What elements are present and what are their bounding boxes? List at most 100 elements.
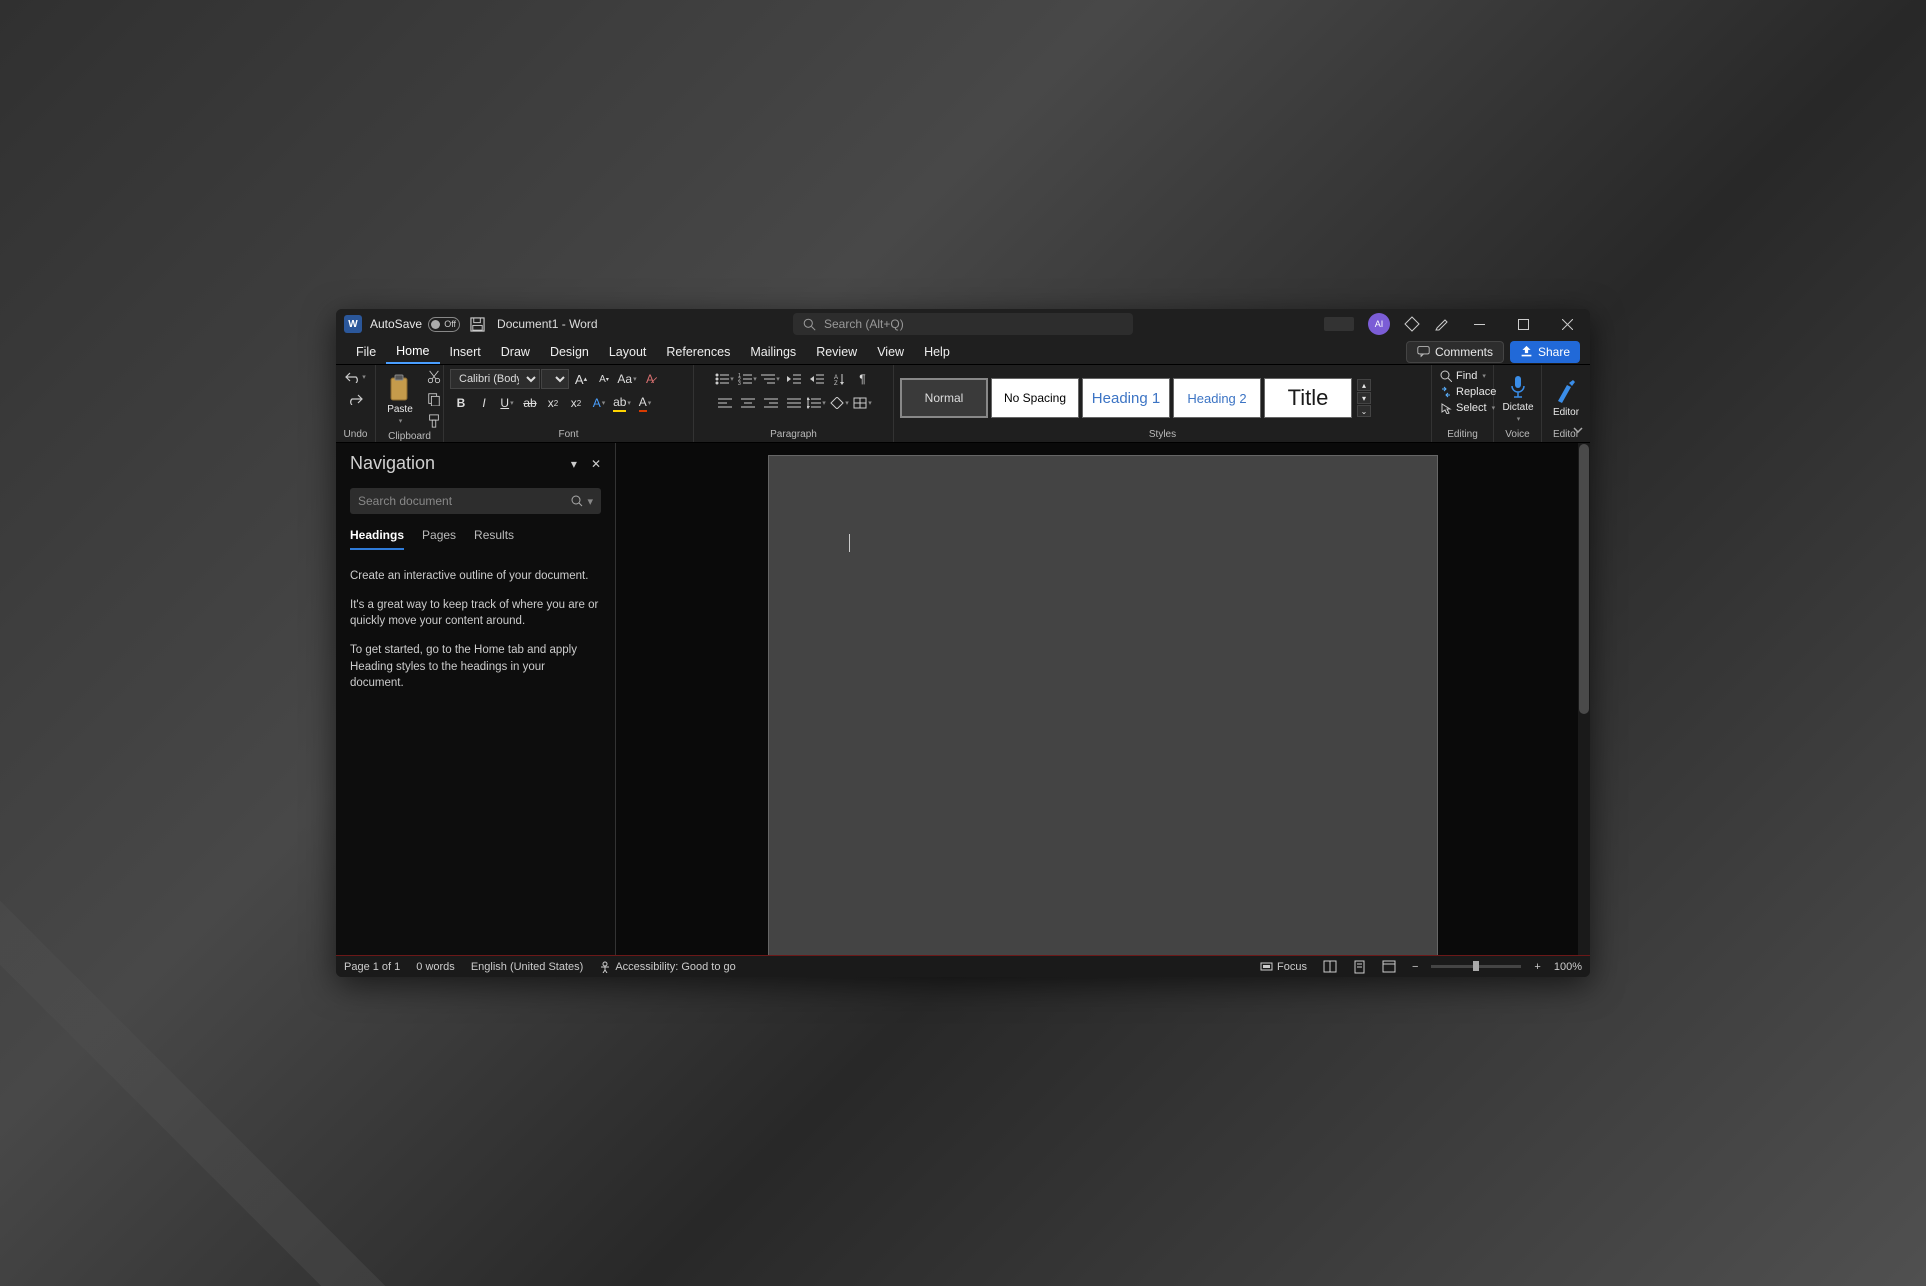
tab-file[interactable]: File [346,341,386,363]
diamond-icon[interactable] [1404,316,1420,332]
status-language[interactable]: English (United States) [471,961,584,973]
style-normal[interactable]: Normal [900,378,988,418]
justify-button[interactable] [783,393,805,413]
status-accessibility[interactable]: Accessibility: Good to go [599,961,735,973]
style-heading2[interactable]: Heading 2 [1173,378,1261,418]
replace-button[interactable]: Replace [1438,385,1498,399]
document-page[interactable] [768,455,1438,955]
subscript-button[interactable]: x2 [542,393,564,413]
share-button[interactable]: Share [1510,341,1580,363]
print-layout-button[interactable] [1350,960,1369,974]
minimize-button[interactable] [1464,319,1494,330]
multilevel-list-button[interactable]: ▾ [760,369,782,389]
copy-button[interactable] [423,389,445,409]
focus-mode-button[interactable]: Focus [1257,960,1310,973]
styles-scroll-down[interactable]: ▾ [1357,392,1371,404]
decrease-indent-button[interactable] [783,369,805,389]
nav-dropdown-button[interactable]: ▾ [571,457,577,471]
autosave-toggle[interactable]: Off [428,317,460,332]
group-clipboard: Paste ▾ Clipboard [376,365,444,442]
nav-tab-headings[interactable]: Headings [350,528,404,550]
comments-button[interactable]: Comments [1406,341,1504,363]
tab-design[interactable]: Design [540,341,599,363]
bullets-button[interactable]: ▾ [714,369,736,389]
clear-formatting-button[interactable]: A̷ [639,369,661,389]
style-no-spacing[interactable]: No Spacing [991,378,1079,418]
tab-mailings[interactable]: Mailings [740,341,806,363]
status-page[interactable]: Page 1 of 1 [344,961,400,973]
select-button[interactable]: Select▾ [1438,401,1497,415]
document-canvas[interactable] [616,443,1590,955]
read-mode-button[interactable] [1320,960,1340,973]
nav-close-button[interactable]: ✕ [591,457,601,471]
coming-soon-icon[interactable] [1434,316,1450,332]
shrink-font-button[interactable]: A▾ [593,369,615,389]
align-center-button[interactable] [737,393,759,413]
tab-view[interactable]: View [867,341,914,363]
find-button[interactable]: Find▾ [1438,369,1488,383]
cut-button[interactable] [423,367,445,387]
italic-button[interactable]: I [473,393,495,413]
font-size-select[interactable]: 11 [541,369,569,389]
maximize-button[interactable] [1508,319,1538,330]
account-name-placeholder[interactable] [1324,317,1354,331]
dictate-button[interactable]: Dictate ▾ [1498,372,1538,425]
tab-home[interactable]: Home [386,340,439,364]
search-box[interactable]: Search (Alt+Q) [793,313,1133,335]
nav-tab-pages[interactable]: Pages [422,528,456,550]
save-icon[interactable] [470,317,485,332]
editor-button[interactable]: Editor [1546,377,1586,420]
styles-scroll-up[interactable]: ▴ [1357,379,1371,391]
underline-button[interactable]: U▾ [496,393,518,413]
styles-expand[interactable]: ⌄ [1357,405,1371,417]
superscript-button[interactable]: x2 [565,393,587,413]
shading-button[interactable]: ▾ [829,393,851,413]
chevron-down-icon[interactable]: ▾ [587,495,593,508]
redo-button[interactable] [345,389,367,409]
collapse-ribbon-button[interactable] [1572,424,1584,436]
strikethrough-button[interactable]: ab [519,393,541,413]
tab-references[interactable]: References [656,341,740,363]
line-spacing-button[interactable]: ▾ [806,393,828,413]
change-case-button[interactable]: Aa▾ [616,369,638,389]
vertical-scrollbar[interactable] [1578,443,1590,955]
nav-search-input[interactable]: Search document ▾ [350,488,601,514]
align-right-button[interactable] [760,393,782,413]
autosave-control[interactable]: AutoSave Off [370,317,460,332]
font-color-button[interactable]: A▾ [634,393,656,413]
user-avatar[interactable]: AI [1368,313,1390,335]
web-layout-button[interactable] [1379,960,1399,973]
zoom-out-button[interactable]: − [1409,961,1421,973]
status-words[interactable]: 0 words [416,961,455,973]
tab-insert[interactable]: Insert [440,341,491,363]
style-heading1[interactable]: Heading 1 [1082,378,1170,418]
word-app-window: W AutoSave Off Document1 - Word Search (… [336,309,1590,977]
undo-button[interactable]: ▾ [345,367,367,387]
paste-button[interactable]: Paste ▾ [380,372,420,427]
highlight-button[interactable]: ab▾ [611,393,633,413]
bold-button[interactable]: B [450,393,472,413]
show-marks-button[interactable]: ¶ [852,369,874,389]
zoom-slider[interactable] [1431,965,1521,968]
tab-help[interactable]: Help [914,341,960,363]
style-title[interactable]: Title [1264,378,1352,418]
align-left-button[interactable] [714,393,736,413]
tab-layout[interactable]: Layout [599,341,657,363]
close-button[interactable] [1552,319,1582,330]
zoom-level[interactable]: 100% [1554,961,1582,973]
borders-button[interactable]: ▾ [852,393,874,413]
text-effects-button[interactable]: A▾ [588,393,610,413]
sort-button[interactable]: AZ [829,369,851,389]
grow-font-button[interactable]: A▴ [570,369,592,389]
nav-tab-results[interactable]: Results [474,528,514,550]
scrollbar-thumb[interactable] [1579,444,1589,714]
format-painter-button[interactable] [423,411,445,431]
numbering-button[interactable]: 123▾ [737,369,759,389]
voice-group-label: Voice [1498,429,1537,442]
zoom-slider-thumb[interactable] [1473,961,1479,971]
zoom-in-button[interactable]: + [1531,961,1543,973]
tab-review[interactable]: Review [806,341,867,363]
increase-indent-button[interactable] [806,369,828,389]
tab-draw[interactable]: Draw [491,341,540,363]
font-name-select[interactable]: Calibri (Body) [450,369,540,389]
